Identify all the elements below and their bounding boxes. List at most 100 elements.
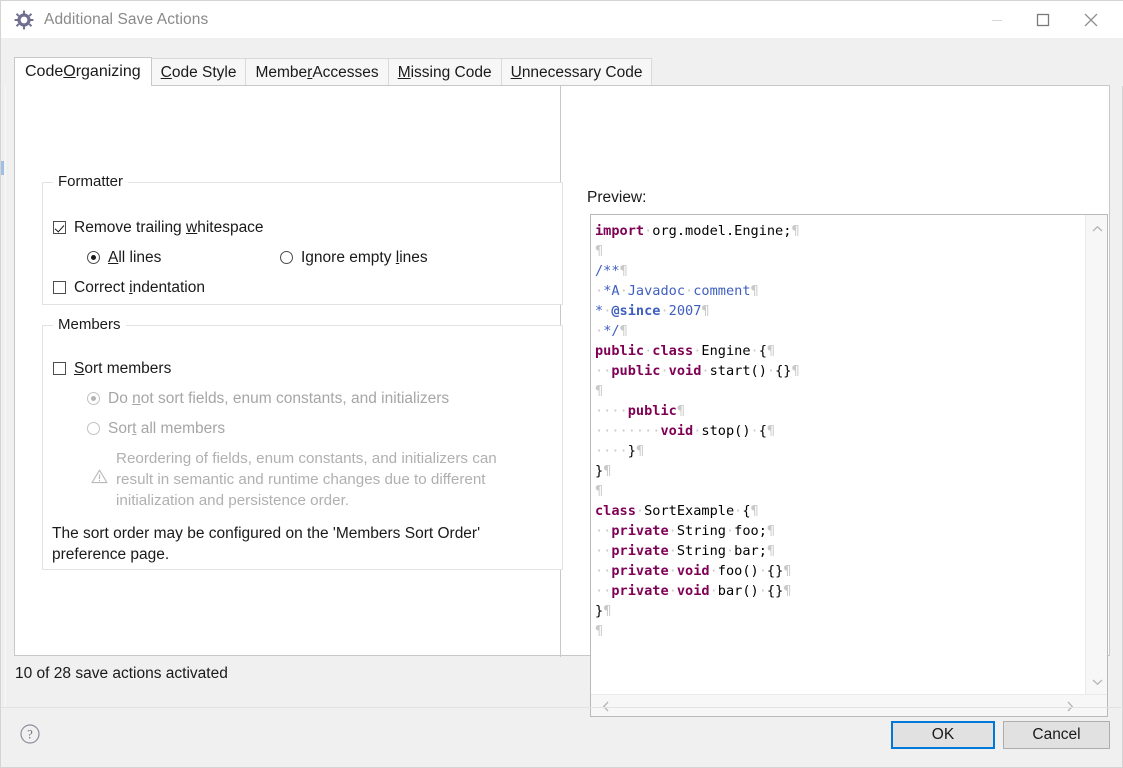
code-token: */	[603, 323, 620, 339]
code-token: @since	[611, 303, 661, 319]
code-token: ¶	[766, 523, 776, 539]
code-token: void	[668, 363, 702, 379]
help-button[interactable]: ?	[19, 723, 41, 745]
code-token: ¶	[603, 603, 612, 619]
formatter-group: Formatter Remove trailing whitespace All…	[42, 173, 563, 305]
code-token: ¶	[791, 223, 800, 239]
code-token: comment	[693, 283, 751, 299]
remove-trailing-whitespace-checkbox[interactable]: Remove trailing whitespace	[53, 219, 264, 237]
code-token: void	[660, 423, 694, 439]
code-token: import	[595, 223, 645, 239]
code-line: ····public¶	[595, 401, 1085, 421]
code-line: ¶	[595, 481, 1085, 501]
code-preview[interactable]: import·org.model.Engine;¶ ¶/**¶ ·*A·Javado…	[591, 215, 1085, 695]
radio-dot	[87, 392, 100, 405]
chevron-down-icon[interactable]	[1086, 671, 1107, 693]
code-token: start()	[709, 363, 767, 379]
window-title: Additional Save Actions	[44, 10, 209, 28]
code-line: ··private·void·bar()·{}¶	[595, 581, 1085, 601]
code-token: ¶	[766, 543, 776, 559]
code-line: ····}¶	[595, 441, 1085, 461]
code-line: class·SortExample·{¶	[595, 501, 1085, 521]
code-token: *A	[603, 283, 620, 299]
underlying-window-accent	[1, 161, 4, 175]
code-line: ¶	[595, 241, 1085, 261]
all-lines-radio[interactable]: All lines	[87, 249, 161, 267]
code-token: ¶	[619, 263, 628, 279]
tab-code-style[interactable]: Code Style	[151, 58, 247, 86]
checkbox-box	[53, 281, 66, 294]
code-token: class	[652, 343, 694, 359]
ignore-empty-lines-radio[interactable]: Ignore empty lines	[280, 249, 428, 267]
code-token: 2007	[668, 303, 702, 319]
tab-strip: Code Organizing Code Style Membe r Access…	[1, 38, 1123, 86]
code-token: foo()	[717, 563, 759, 579]
code-token: ·	[750, 423, 759, 439]
code-token: {}	[775, 363, 792, 379]
chevron-up-icon[interactable]	[1086, 218, 1107, 240]
code-token: ··	[595, 543, 612, 559]
cancel-button[interactable]: Cancel	[1003, 721, 1110, 749]
tab-missing-code[interactable]: Missing Code	[388, 58, 502, 86]
code-token: ·	[709, 583, 718, 599]
code-token: public	[611, 363, 661, 379]
help-question-icon: ?	[20, 724, 40, 744]
code-line: /**¶	[595, 261, 1085, 281]
close-button[interactable]	[1068, 1, 1114, 38]
chevron-left-icon[interactable]	[595, 695, 617, 716]
correct-indentation-checkbox[interactable]: Correct indentation	[53, 279, 205, 297]
all-lines-label: All lines	[108, 249, 162, 266]
code-token: ·	[725, 523, 735, 539]
code-token: ·	[701, 363, 710, 379]
checkbox-box	[53, 362, 66, 375]
code-token: foo;	[734, 523, 767, 539]
tab-member-accesses[interactable]: Membe r Accesses	[246, 58, 389, 86]
code-token: ·	[685, 283, 694, 299]
code-token: private	[611, 583, 669, 599]
code-line: public·class·Engine·{¶	[595, 341, 1085, 361]
code-line: ··private·String·bar;¶	[595, 541, 1085, 561]
chevron-right-icon[interactable]	[1059, 695, 1081, 716]
tab-unnecessary-code[interactable]: Unnecessary Code	[501, 58, 653, 86]
code-token: ·	[758, 583, 767, 599]
sort-members-checkbox[interactable]: Sort members	[53, 360, 171, 378]
formatter-group-legend: Formatter	[53, 173, 129, 190]
preview-horizontal-scrollbar[interactable]	[591, 694, 1107, 716]
code-token: {	[758, 343, 767, 359]
remove-trailing-whitespace-label: Remove trailing whitespace	[74, 219, 264, 236]
code-token: String	[676, 523, 726, 539]
sort-all-members-radio[interactable]: Sort all members	[87, 420, 225, 438]
code-token: ·	[660, 363, 669, 379]
sort-order-note: The sort order may be configured on the …	[52, 525, 481, 563]
tab-code-organizing[interactable]: Code Organizing	[14, 57, 152, 86]
radio-dot	[87, 251, 100, 264]
do-not-sort-fields-radio[interactable]: Do not sort fields, enum constants, and …	[87, 390, 449, 408]
code-token: stop()	[701, 423, 751, 439]
code-line: *·@since·2007¶	[595, 301, 1085, 321]
code-token: bar()	[717, 583, 759, 599]
preview-vertical-scrollbar[interactable]	[1085, 215, 1107, 696]
code-token: ·	[668, 543, 677, 559]
code-token: ·	[758, 563, 767, 579]
sort-warning: Reordering of fields, enum constants, an…	[91, 448, 556, 511]
warning-triangle-icon	[91, 469, 108, 489]
code-line: ¶	[595, 381, 1085, 401]
code-line: ·*A·Javadoc·comment¶	[595, 281, 1085, 301]
code-token: {}	[766, 563, 784, 579]
code-token: ·	[725, 543, 735, 559]
code-token: ·	[595, 323, 604, 339]
code-token: ¶	[783, 583, 792, 599]
minimize-button[interactable]	[974, 1, 1020, 38]
ok-button[interactable]: OK	[891, 721, 995, 749]
code-token: ¶	[595, 623, 604, 639]
correct-indentation-label: Correct indentation	[74, 279, 205, 296]
code-token: public	[627, 403, 677, 419]
maximize-button[interactable]	[1020, 1, 1066, 38]
code-token: }	[595, 603, 604, 619]
code-token: ¶	[595, 383, 604, 399]
code-line: ··public·void·start()·{}¶	[595, 361, 1085, 381]
sort-members-label: Sort members	[74, 360, 172, 377]
code-token: ·	[668, 523, 677, 539]
code-token: ··	[595, 563, 612, 579]
radio-dot	[87, 422, 100, 435]
